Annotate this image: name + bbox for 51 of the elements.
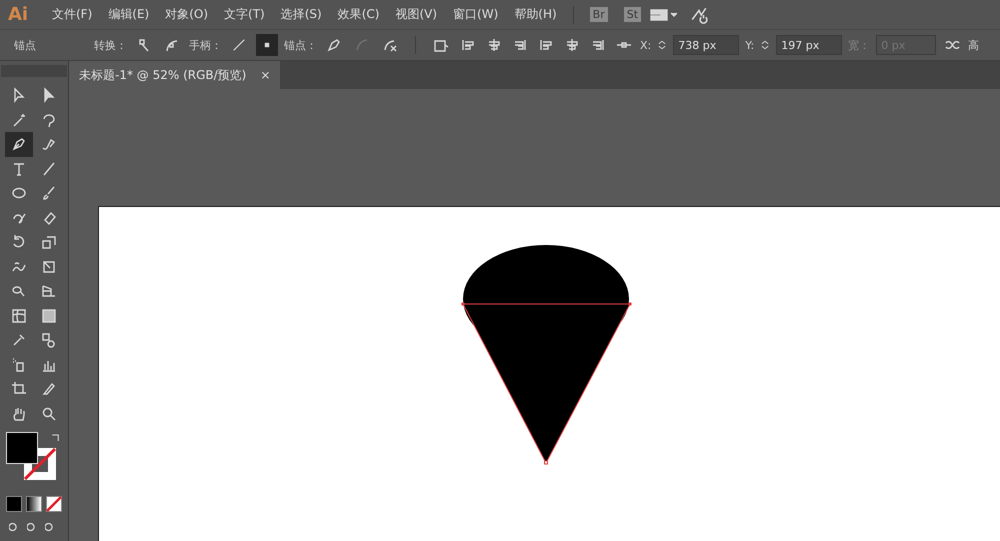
- menu-item[interactable]: 视图(V): [387, 6, 446, 23]
- remove-anchor-icon[interactable]: [326, 37, 342, 53]
- selection-type-label: 锚点: [14, 38, 37, 52]
- app-launch-button[interactable]: Br: [590, 7, 608, 22]
- pen-icon[interactable]: [11, 136, 27, 152]
- zoom-icon[interactable]: [41, 406, 57, 422]
- x-coordinate-label: X:: [640, 38, 652, 52]
- blend-icon[interactable]: [41, 332, 57, 348]
- menu-item[interactable]: 文字(T): [216, 6, 273, 23]
- gradient-mode-button[interactable]: [26, 496, 42, 512]
- convert-label: 转换：: [94, 38, 127, 52]
- perspective-grid-icon[interactable]: [41, 283, 57, 300]
- lasso-icon[interactable]: [41, 112, 57, 128]
- swap-colors-icon[interactable]: [50, 432, 62, 444]
- none-mode-button[interactable]: [46, 496, 62, 512]
- menu-item[interactable]: 编辑(E): [100, 6, 158, 23]
- handle-toggle-button[interactable]: [256, 34, 278, 56]
- magic-wand-icon[interactable]: [11, 112, 27, 128]
- scale-icon[interactable]: [41, 234, 57, 250]
- handles-label: 手柄：: [189, 38, 222, 52]
- fill-color-swatch[interactable]: [6, 432, 38, 464]
- y-coordinate-label: Y:: [745, 38, 754, 52]
- document-title: 未标题-1* @ 52% (RGB/预览): [79, 66, 246, 84]
- menu-item[interactable]: 文件(F): [44, 6, 100, 23]
- mesh-icon[interactable]: [11, 308, 27, 324]
- document-tab[interactable]: 未标题-1* @ 52% (RGB/预览) ×: [69, 61, 280, 89]
- type-icon[interactable]: [11, 160, 27, 177]
- menu-item[interactable]: 帮助(H): [506, 6, 565, 23]
- gradient-icon[interactable]: [41, 308, 57, 324]
- menu-item[interactable]: 选择(S): [272, 6, 330, 23]
- hand-icon[interactable]: [11, 406, 27, 422]
- menu-item[interactable]: 对象(O): [157, 6, 216, 23]
- height-label: 高: [968, 38, 980, 52]
- color-mode-button[interactable]: [6, 496, 22, 512]
- sync-icon[interactable]: [689, 6, 710, 24]
- line-handle-icon: [232, 38, 246, 52]
- anchors-label: 锚点：: [284, 38, 317, 52]
- menu-item[interactable]: 窗口(W): [445, 6, 506, 23]
- close-tab-button[interactable]: ×: [260, 68, 270, 82]
- panel-grip[interactable]: [1, 65, 67, 77]
- paintbrush-icon[interactable]: [41, 185, 57, 202]
- x-coordinate-field[interactable]: 738 px: [673, 35, 740, 55]
- rotate-icon[interactable]: [11, 234, 27, 250]
- slice-icon[interactable]: [41, 381, 57, 398]
- y-coordinate-field[interactable]: 197 px: [776, 35, 842, 55]
- line-icon[interactable]: [41, 160, 57, 177]
- app-logo: Ai: [8, 4, 30, 25]
- app-launch-button[interactable]: St: [624, 7, 642, 22]
- free-transform-icon[interactable]: [41, 258, 57, 275]
- menu-item[interactable]: 效果(C): [330, 6, 388, 23]
- curvature-pen-icon[interactable]: [41, 136, 57, 152]
